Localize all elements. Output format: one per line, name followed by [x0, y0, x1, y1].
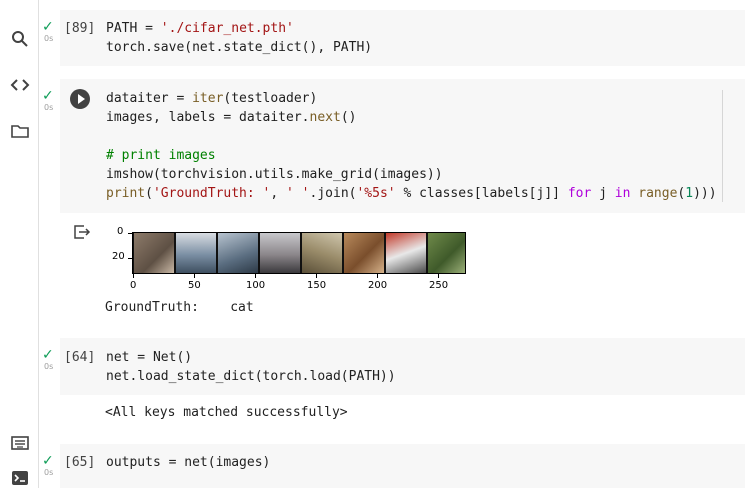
code-cell-89[interactable]: [89] PATH = './cifar_net.pth' torch.save…: [60, 10, 745, 66]
folder-icon[interactable]: [10, 121, 30, 141]
x-tick-label: 200: [368, 280, 388, 291]
x-tick-label: 0: [130, 280, 137, 291]
function-name: iter: [192, 91, 224, 106]
cell-output-text: GroundTruth: cat: [105, 300, 254, 315]
x-tick-mark: [194, 274, 195, 278]
code-line[interactable]: net.load_state_dict(torch.load(PATH)): [106, 367, 396, 386]
image-grid: [132, 232, 466, 274]
x-tick-mark: [133, 274, 134, 278]
image-tile: [344, 233, 384, 273]
code-line[interactable]: net = Net(): [106, 348, 192, 367]
execution-count: [64]: [64, 350, 96, 365]
x-tick-mark: [255, 274, 256, 278]
cell-run-status: ✓ 0s: [42, 89, 58, 113]
cell-64-status: ✓ 0s: [42, 348, 58, 372]
string-literal: './cifar_net.pth': [160, 21, 294, 36]
code-line[interactable]: outputs = net(images): [106, 453, 270, 472]
string-literal: 'GroundTruth: ': [152, 186, 271, 201]
y-tick-mark: [128, 233, 132, 234]
cell-89-status: ✓ 0s: [42, 20, 58, 44]
image-tile: [428, 233, 465, 273]
check-icon: ✓: [42, 347, 54, 363]
x-tick-label: 100: [246, 280, 266, 291]
terminal-icon[interactable]: [10, 468, 30, 488]
execution-count: [65]: [64, 455, 96, 470]
x-tick-mark: [316, 274, 317, 278]
code-cell-dataiter[interactable]: dataiter = iter(testloader) images, labe…: [60, 79, 745, 213]
code-cell-65[interactable]: [65] outputs = net(images): [60, 444, 745, 488]
code-line[interactable]: print('GroundTruth: ', ' '.join('%5s' % …: [106, 184, 717, 203]
check-icon: ✓: [42, 88, 54, 104]
image-tile: [302, 233, 342, 273]
code-cell-64[interactable]: [64] net = Net() net.load_state_dict(tor…: [60, 338, 745, 395]
run-cell-button[interactable]: [70, 89, 90, 109]
image-tile: [260, 233, 300, 273]
check-icon: ✓: [42, 453, 54, 469]
search-icon[interactable]: [10, 29, 30, 49]
y-tick-label: 0: [117, 226, 124, 237]
code-snippets-icon[interactable]: [10, 75, 30, 95]
x-tick-mark: [438, 274, 439, 278]
string-literal: '%5s': [356, 186, 396, 201]
function-name: print: [106, 186, 146, 201]
image-tile: [218, 233, 258, 273]
code-line[interactable]: imshow(torchvision.utils.make_grid(image…: [106, 165, 443, 184]
code-line[interactable]: images, labels = dataiter.next(): [106, 108, 356, 127]
y-tick-mark: [128, 258, 132, 259]
image-tile: [134, 233, 174, 273]
function-name: range: [638, 186, 678, 201]
image-tile: [176, 233, 216, 273]
x-tick-mark: [377, 274, 378, 278]
left-sidebar: [0, 0, 39, 488]
x-tick-label: 150: [307, 280, 327, 291]
command-palette-icon[interactable]: [10, 433, 30, 453]
x-tick-label: 50: [188, 280, 201, 291]
code-comment[interactable]: # print images: [106, 146, 216, 165]
keyword: for: [567, 186, 592, 201]
cell-65-status: ✓ 0s: [42, 454, 58, 478]
x-tick-label: 250: [429, 280, 449, 291]
cell-output-text: <All keys matched successfully>: [105, 405, 348, 420]
code-line[interactable]: torch.save(net.state_dict(), PATH): [106, 38, 372, 57]
output-menu-icon[interactable]: [73, 224, 91, 240]
image-tile: [386, 233, 426, 273]
function-name: next: [309, 110, 341, 125]
check-icon: ✓: [42, 19, 54, 35]
y-tick-label: 20: [112, 251, 125, 262]
keyword: in: [614, 186, 631, 201]
number-literal: 1: [685, 186, 694, 201]
string-literal: ' ': [286, 186, 310, 201]
code-line[interactable]: dataiter = iter(testloader): [106, 89, 317, 108]
cell-scrollbar[interactable]: [722, 90, 723, 202]
execution-count: [89]: [64, 21, 96, 36]
code-line[interactable]: PATH = './cifar_net.pth': [106, 19, 294, 38]
